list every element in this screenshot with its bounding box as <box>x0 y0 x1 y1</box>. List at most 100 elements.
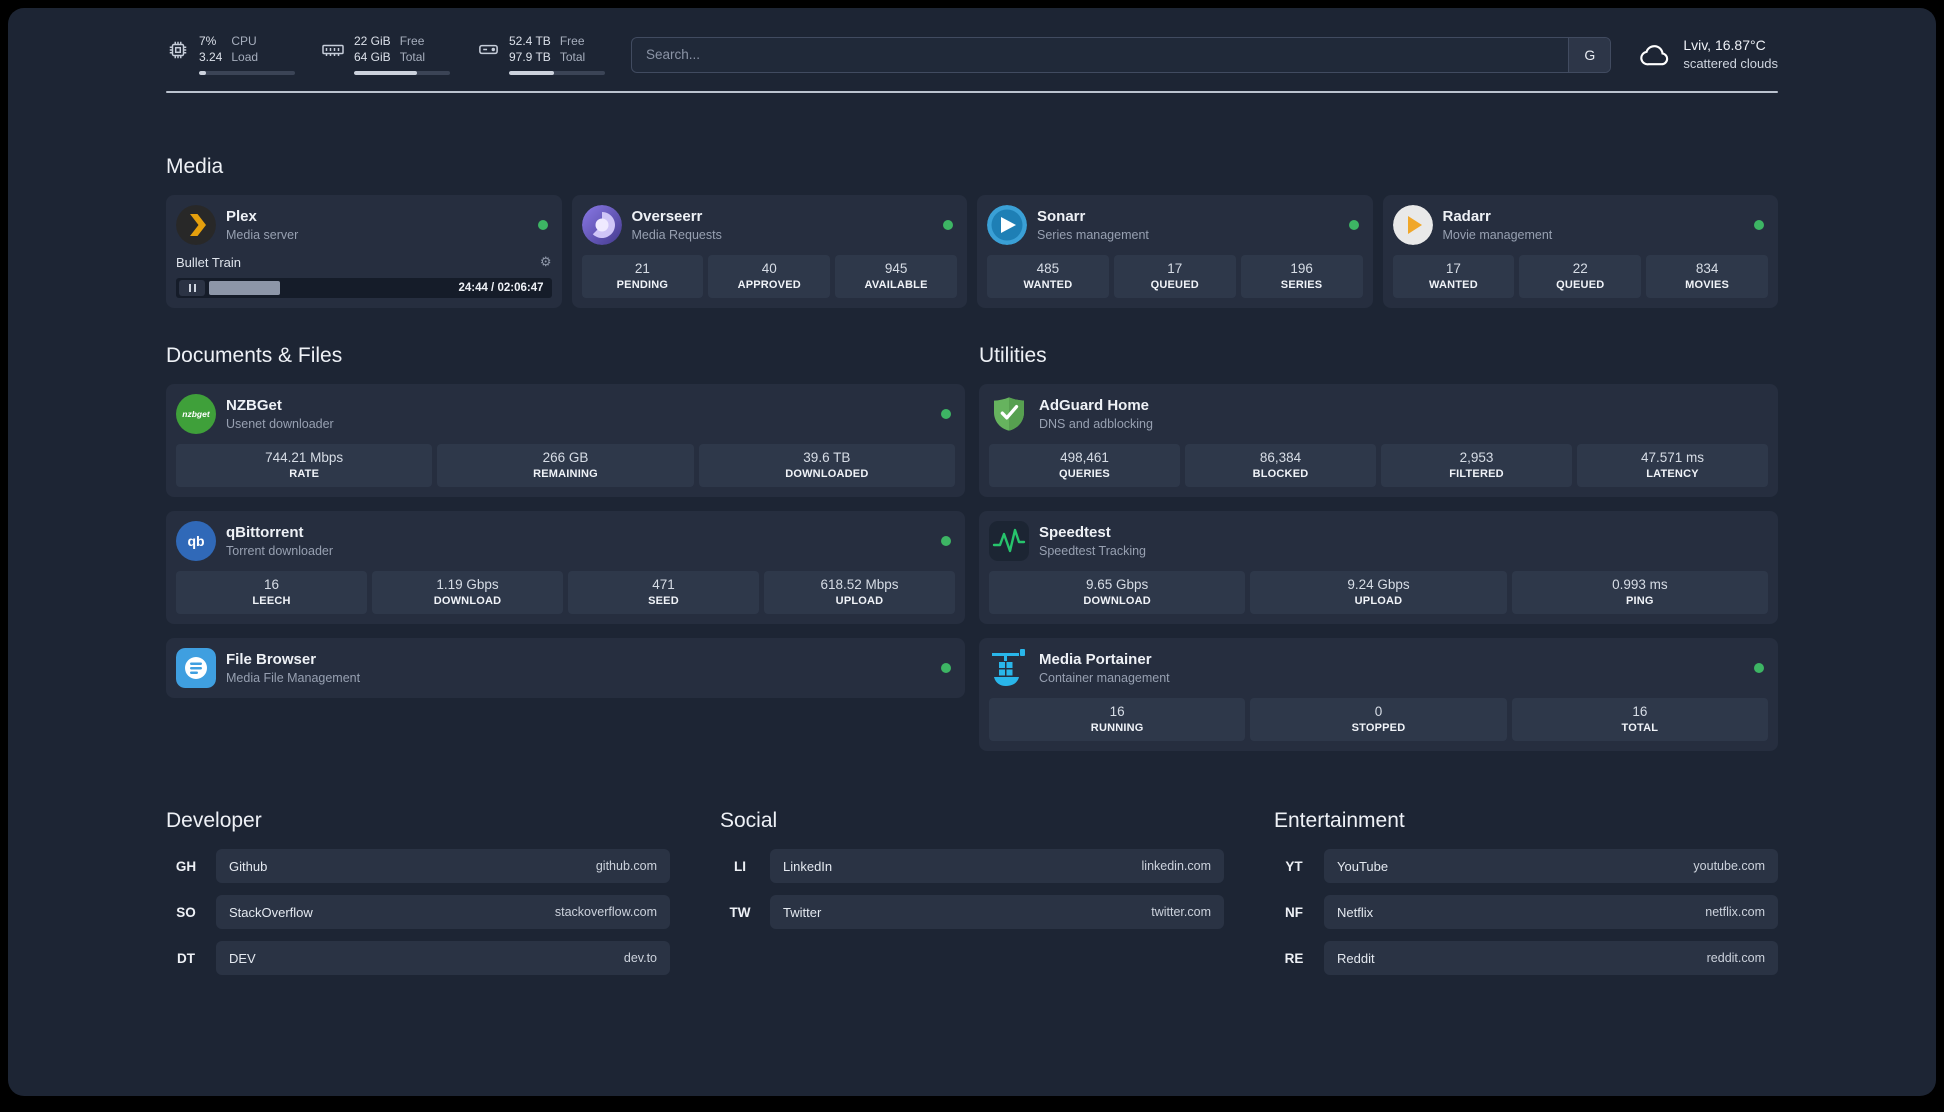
ram-free: 22 GiB <box>354 34 391 48</box>
stat-pending: 21 PENDING <box>581 255 704 299</box>
adguard-card[interactable]: AdGuard Home DNS and adblocking 498,461 … <box>979 384 1778 498</box>
stat-rate: 744.21 Mbps RATE <box>176 444 433 488</box>
search-engine-button[interactable]: G <box>1568 37 1611 72</box>
github-favicon: GH <box>175 858 197 874</box>
nzbget-icon: nzbget <box>176 394 216 435</box>
cpu-icon <box>166 38 190 62</box>
social-section-title: Social <box>720 809 778 833</box>
media-section-title: Media <box>166 155 224 179</box>
app-name: AdGuard Home <box>1039 397 1150 415</box>
bookmark-youtube[interactable]: YT YouTube youtube.com <box>1274 849 1778 884</box>
app-subtitle: Media server <box>226 228 299 243</box>
cpu-label-1: CPU <box>231 34 257 48</box>
app-name: Overseerr <box>631 208 703 226</box>
documents-section-title: Documents & Files <box>166 344 343 368</box>
twitter-favicon: TW <box>729 904 751 920</box>
app-name: Radarr <box>1442 208 1491 226</box>
bookmark-dev[interactable]: DT DEV dev.to <box>166 941 670 976</box>
overseerr-icon <box>581 205 622 246</box>
dev-favicon: DT <box>177 950 195 966</box>
developer-section-title: Developer <box>166 809 262 833</box>
cpu-percent: 7% <box>199 34 217 48</box>
playback-time: 24:44 / 02:06:47 <box>458 282 544 295</box>
weather-location: Lviv, 16.87°C <box>1683 37 1766 54</box>
section-developer: Developer GH Github github.com SO StackO… <box>166 809 670 976</box>
ram-progress-bar <box>354 71 450 76</box>
bookmark-twitter[interactable]: TW Twitter twitter.com <box>720 895 1224 930</box>
reddit-favicon: RE <box>1284 950 1304 966</box>
top-bar: 7% 3.24 CPU Load 22 GiB 64 GiB Free Tota… <box>166 8 1778 76</box>
status-dot-online <box>1348 220 1359 231</box>
netflix-favicon: NF <box>1285 904 1303 920</box>
cpu-label-2: Load <box>231 49 259 64</box>
app-name: NZBGet <box>226 397 282 415</box>
status-dot-online <box>537 220 548 231</box>
radarr-icon <box>1392 205 1433 246</box>
stat-ping: 0.993 ms PING <box>1511 571 1768 615</box>
stat-wanted: 17 WANTED <box>1392 255 1515 299</box>
bookmark-netflix[interactable]: NF Netflix netflix.com <box>1274 895 1778 930</box>
entertainment-section-title: Entertainment <box>1274 809 1405 833</box>
stat-wanted: 485 WANTED <box>987 255 1109 299</box>
sonarr-icon <box>987 205 1027 246</box>
stat-filtered: 2,953 FILTERED <box>1381 444 1572 488</box>
nzbget-card[interactable]: nzbget NZBGet Usenet downloader 744.21 M… <box>166 384 965 498</box>
gear-icon[interactable]: ⚙ <box>540 254 552 270</box>
disk-icon <box>476 38 500 62</box>
stat-running: 16 RUNNING <box>989 698 1246 742</box>
overseerr-card[interactable]: Overseerr Media Requests 21 PENDING 40 A… <box>571 195 967 309</box>
qbittorrent-card[interactable]: qb qBittorrent Torrent downloader 16 LEE… <box>166 511 965 625</box>
stat-queries: 498,461 QUERIES <box>989 444 1180 488</box>
stat-movies: 834 MOVIES <box>1646 255 1768 299</box>
ram-metric: 22 GiB 64 GiB Free Total <box>321 34 450 76</box>
ram-label-1: Free <box>399 34 425 48</box>
section-utilities: Utilities AdGuard Home DNS and adblockin… <box>979 344 1778 752</box>
sonarr-card[interactable]: Sonarr Series management 485 WANTED 17 Q… <box>977 195 1373 309</box>
bookmark-github[interactable]: GH Github github.com <box>166 849 670 884</box>
stat-download: 1.19 Gbps DOWNLOAD <box>372 571 563 615</box>
stat-stopped: 0 STOPPED <box>1250 698 1507 742</box>
app-subtitle: Media Requests <box>631 228 722 243</box>
playback-progress-bar[interactable]: 24:44 / 02:06:47 <box>176 278 552 299</box>
playback-progress-fill <box>209 281 281 296</box>
status-dot-online <box>941 409 951 420</box>
speedtest-card[interactable]: Speedtest Speedtest Tracking 9.65 Gbps D… <box>979 511 1778 625</box>
app-subtitle: Container management <box>1039 671 1170 686</box>
portainer-icon <box>989 648 1029 688</box>
portainer-card[interactable]: Media Portainer Container management 16 … <box>979 638 1778 752</box>
stat-queued: 22 QUEUED <box>1519 255 1642 299</box>
radarr-card[interactable]: Radarr Movie management 17 WANTED 22 QUE… <box>1382 195 1778 309</box>
app-name: File Browser <box>226 651 317 669</box>
weather-condition: scattered clouds <box>1683 56 1778 72</box>
stat-leech: 16 LEECH <box>176 571 367 615</box>
disk-metric: 52.4 TB 97.9 TB Free Total <box>476 34 605 76</box>
qbittorrent-icon: qb <box>176 521 216 562</box>
header-divider <box>166 91 1778 94</box>
app-subtitle: Speedtest Tracking <box>1039 544 1147 559</box>
status-dot-online <box>1754 663 1764 674</box>
app-subtitle: Usenet downloader <box>226 417 334 432</box>
bookmark-stackoverflow[interactable]: SO StackOverflow stackoverflow.com <box>166 895 670 930</box>
filebrowser-card[interactable]: File Browser Media File Management <box>166 638 965 699</box>
app-name: Sonarr <box>1037 208 1086 226</box>
linkedin-favicon: LI <box>734 858 746 874</box>
stat-download: 9.65 Gbps DOWNLOAD <box>989 571 1246 615</box>
app-subtitle: Series management <box>1037 228 1149 243</box>
pause-button[interactable] <box>179 280 205 297</box>
disk-progress-bar <box>509 71 605 76</box>
app-subtitle: Movie management <box>1442 228 1553 243</box>
disk-label-2: Total <box>559 49 586 64</box>
search-input[interactable] <box>632 37 1569 72</box>
status-dot-online <box>943 220 953 231</box>
stat-upload: 9.24 Gbps UPLOAD <box>1250 571 1507 615</box>
bookmark-linkedin[interactable]: LI LinkedIn linkedin.com <box>720 849 1224 884</box>
weather-widget[interactable]: Lviv, 16.87°C scattered clouds <box>1637 36 1778 72</box>
stat-downloaded: 39.6 TB DOWNLOADED <box>698 444 955 488</box>
app-subtitle: Media File Management <box>226 671 361 686</box>
plex-card[interactable]: Plex Media server Bullet Train ⚙ 24:44 /… <box>166 195 562 309</box>
section-entertainment: Entertainment YT YouTube youtube.com NF … <box>1274 809 1778 976</box>
bookmark-reddit[interactable]: RE Reddit reddit.com <box>1274 941 1778 976</box>
status-dot-online <box>1754 220 1764 231</box>
youtube-favicon: YT <box>1285 858 1303 874</box>
disk-free: 52.4 TB <box>509 34 551 48</box>
